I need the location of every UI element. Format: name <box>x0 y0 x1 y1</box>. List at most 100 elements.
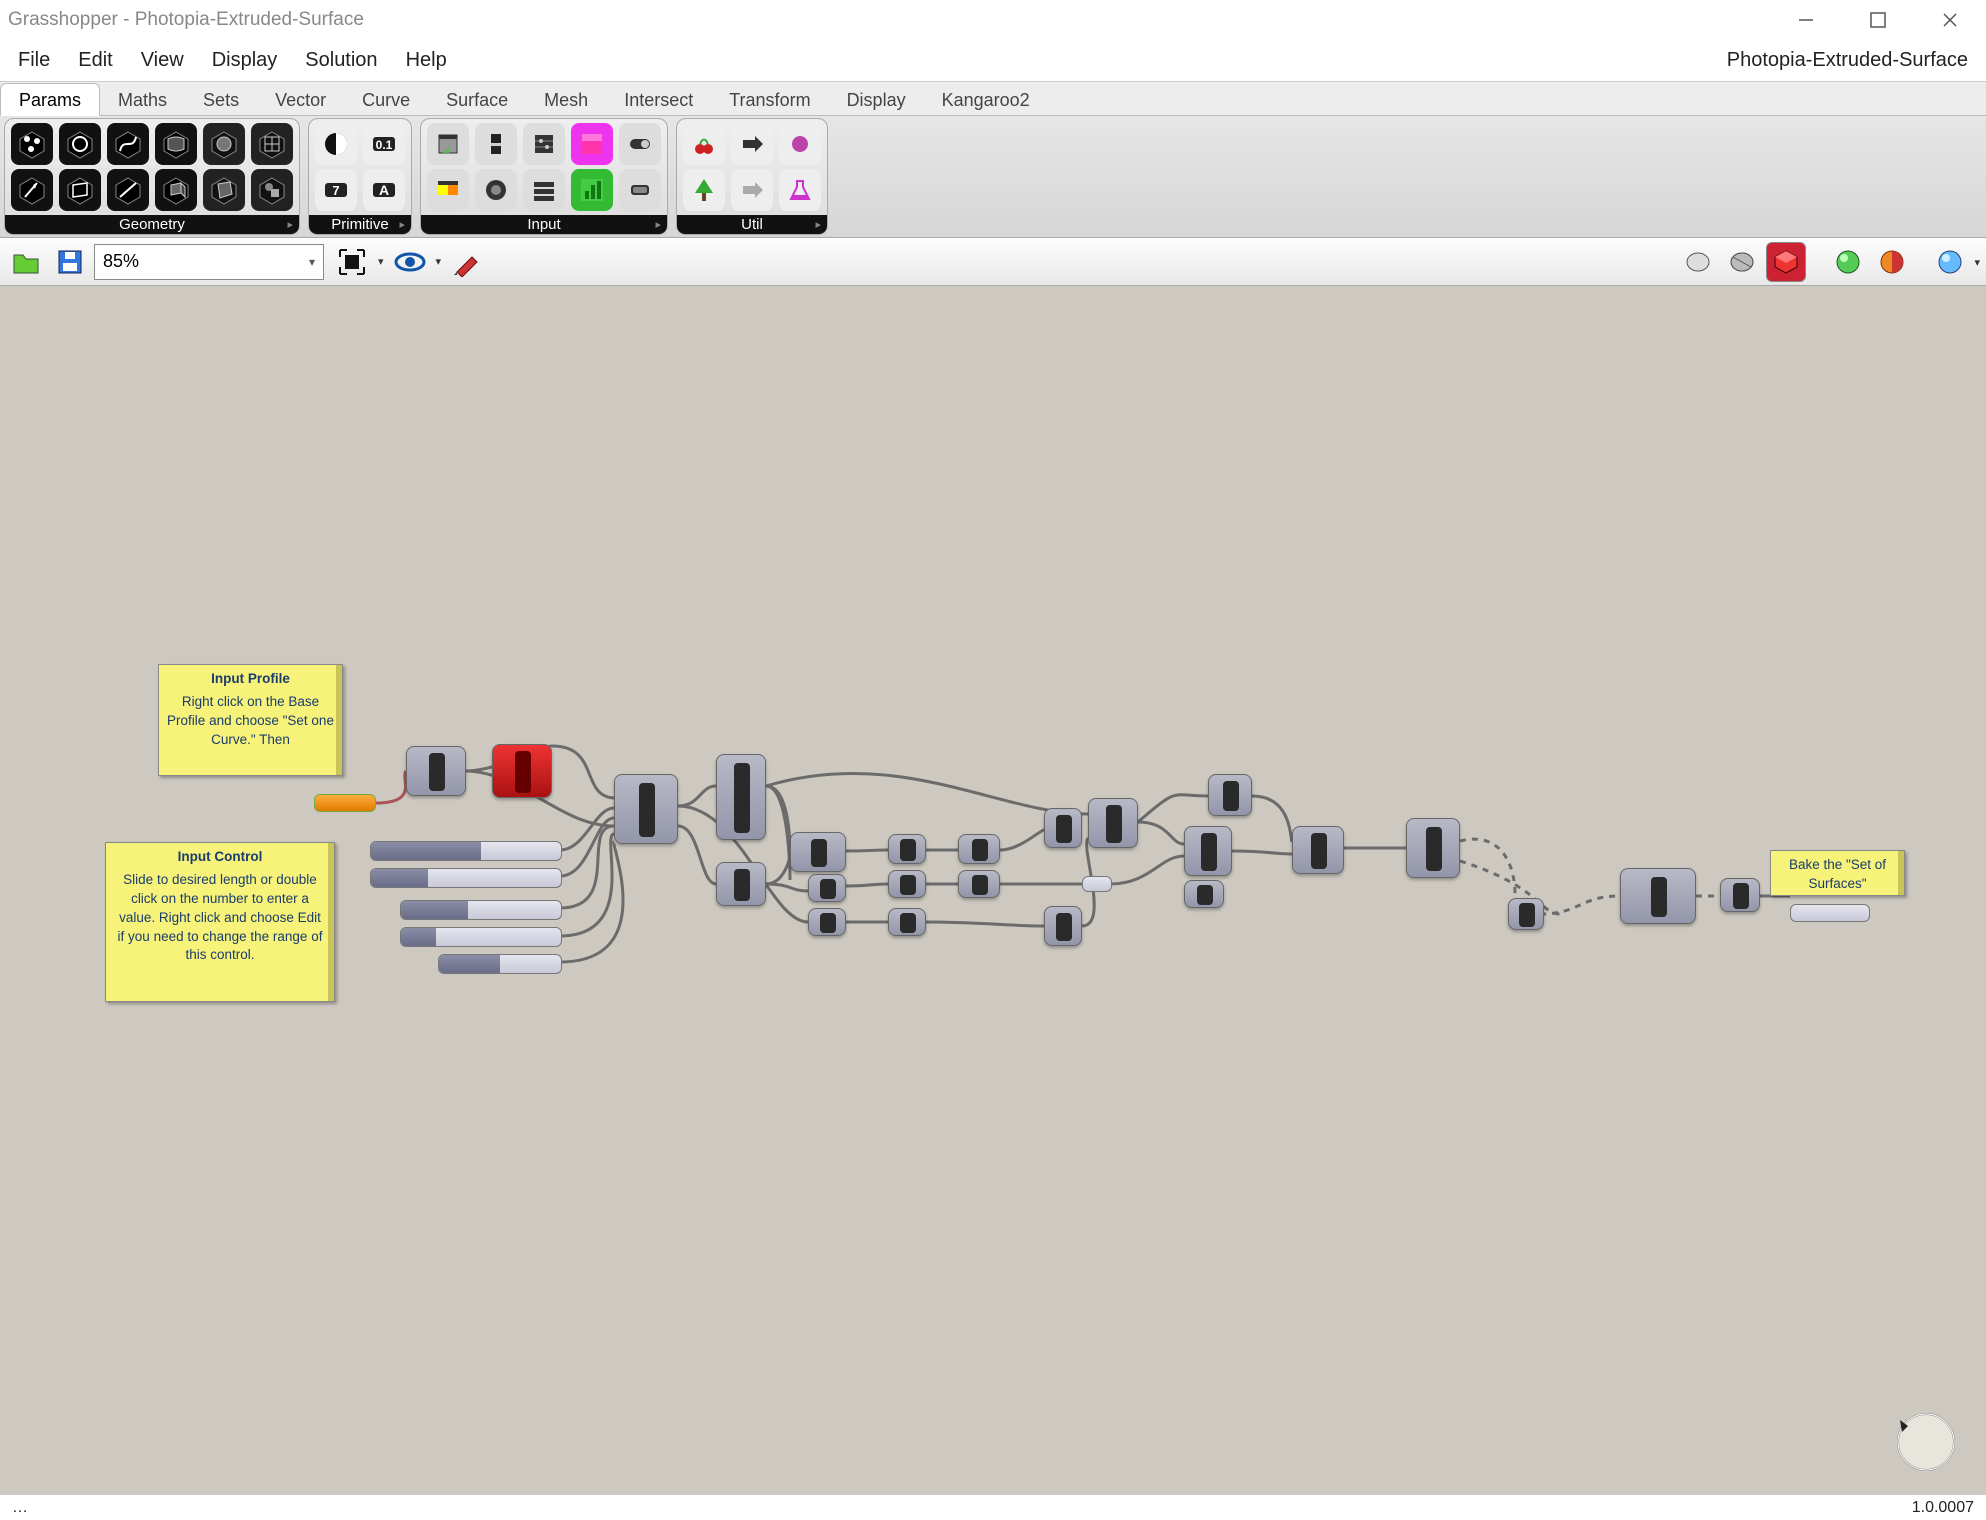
component-node[interactable] <box>1184 880 1224 908</box>
expand-icon[interactable]: ▸ <box>287 218 293 231</box>
preview-blue-button[interactable] <box>1930 242 1970 282</box>
save-file-button[interactable] <box>50 242 90 282</box>
component-node[interactable] <box>716 862 766 906</box>
slider-input-icon[interactable] <box>475 123 517 165</box>
tab-maths[interactable]: Maths <box>100 84 185 115</box>
note-scrollbar[interactable] <box>336 665 342 775</box>
display-wire-button[interactable] <box>1678 242 1718 282</box>
component-node[interactable] <box>808 874 846 902</box>
tab-sets[interactable]: Sets <box>185 84 257 115</box>
component-node[interactable] <box>808 908 846 936</box>
toggle-input-icon[interactable] <box>619 123 661 165</box>
tree-util-icon[interactable] <box>683 169 725 211</box>
note-input-control[interactable]: Input Control Slide to desired length or… <box>105 842 335 1002</box>
component-node[interactable] <box>888 908 926 936</box>
menu-solution[interactable]: Solution <box>295 43 395 78</box>
component-node[interactable] <box>1088 798 1138 848</box>
relay-node[interactable] <box>1082 876 1112 892</box>
tab-surface[interactable]: Surface <box>428 84 526 115</box>
menu-edit[interactable]: Edit <box>68 43 130 78</box>
md-slider-input-icon[interactable] <box>523 123 565 165</box>
component-node[interactable] <box>1184 826 1232 876</box>
number-slider[interactable] <box>438 954 562 974</box>
component-node[interactable] <box>1208 774 1252 816</box>
plane-param-icon[interactable] <box>59 169 101 211</box>
knob-input-icon[interactable] <box>475 169 517 211</box>
graph-mapper-input-icon[interactable] <box>571 169 613 211</box>
component-node[interactable] <box>888 870 926 898</box>
component-node[interactable] <box>958 870 1000 898</box>
flask-util-icon[interactable] <box>779 169 821 211</box>
number-slider[interactable] <box>370 868 562 888</box>
note-bake[interactable]: Bake the "Set of Surfaces" <box>1770 850 1905 896</box>
display-shaded-button[interactable] <box>1766 242 1806 282</box>
tab-display[interactable]: Display <box>829 84 924 115</box>
tab-kangaroo2[interactable]: Kangaroo2 <box>924 84 1048 115</box>
text-param-icon[interactable]: A <box>363 169 405 211</box>
component-node[interactable] <box>406 746 466 796</box>
tab-transform[interactable]: Transform <box>711 84 828 115</box>
mesh-param-icon[interactable] <box>251 123 293 165</box>
tab-params[interactable]: Params <box>0 83 100 116</box>
panel-input-icon[interactable] <box>427 123 469 165</box>
tab-intersect[interactable]: Intersect <box>606 84 711 115</box>
geometry-param-icon[interactable] <box>251 169 293 211</box>
brep-param-icon[interactable] <box>203 123 245 165</box>
canvas[interactable]: Input Profile Right click on the Base Pr… <box>0 286 1986 1494</box>
expand-icon[interactable]: ▸ <box>655 218 661 231</box>
component-node[interactable] <box>1508 898 1544 930</box>
sketch-toggle-button[interactable] <box>447 242 487 282</box>
component-node[interactable] <box>614 774 678 844</box>
chevron-down-icon[interactable]: ▾ <box>378 255 384 268</box>
component-node-error[interactable] <box>492 744 552 798</box>
twistedbox-param-icon[interactable] <box>203 169 245 211</box>
component-node[interactable] <box>1292 826 1344 874</box>
number-slider[interactable] <box>370 841 562 861</box>
number-slider[interactable] <box>400 927 562 947</box>
close-button[interactable] <box>1914 0 1986 40</box>
preview-green-button[interactable] <box>1828 242 1868 282</box>
line-param-icon[interactable] <box>107 169 149 211</box>
output-param[interactable] <box>1790 904 1870 922</box>
preview-toggle-button[interactable] <box>390 242 430 282</box>
dot-util-icon[interactable] <box>779 123 821 165</box>
chevron-down-icon[interactable]: ▾ <box>309 255 315 269</box>
curve-param[interactable] <box>314 794 376 812</box>
menu-view[interactable]: View <box>131 43 202 78</box>
component-node[interactable] <box>790 832 846 872</box>
open-file-button[interactable] <box>6 242 46 282</box>
tab-vector[interactable]: Vector <box>257 84 344 115</box>
component-node[interactable] <box>1044 906 1082 946</box>
zoom-level-input[interactable]: 85% ▾ <box>94 244 324 280</box>
button-input-icon[interactable] <box>619 169 661 211</box>
cherry-util-icon[interactable] <box>683 123 725 165</box>
tab-mesh[interactable]: Mesh <box>526 84 606 115</box>
gradient-input-icon[interactable] <box>427 169 469 211</box>
component-node[interactable] <box>958 834 1000 864</box>
boolean-param-icon[interactable] <box>315 123 357 165</box>
curve-param-icon[interactable] <box>107 123 149 165</box>
integer-param-icon[interactable]: 7 <box>315 169 357 211</box>
canvas-compass[interactable] <box>1886 1402 1966 1482</box>
menu-help[interactable]: Help <box>396 43 465 78</box>
expand-icon[interactable]: ▸ <box>399 218 405 231</box>
component-node[interactable] <box>1720 878 1760 912</box>
arrow-right2-util-icon[interactable] <box>731 169 773 211</box>
component-node[interactable] <box>1620 868 1696 924</box>
zoom-extents-button[interactable] <box>332 242 372 282</box>
tab-curve[interactable]: Curve <box>344 84 428 115</box>
chevron-down-icon[interactable]: ▾ <box>1974 256 1980 269</box>
colour-swatch-input-icon[interactable] <box>571 123 613 165</box>
component-node[interactable] <box>888 834 926 864</box>
menu-file[interactable]: File <box>8 43 68 78</box>
number-param-icon[interactable]: 0.1 <box>363 123 405 165</box>
surface-param-icon[interactable] <box>155 123 197 165</box>
chevron-down-icon[interactable]: ▾ <box>436 255 442 268</box>
valuelist-input-icon[interactable] <box>523 169 565 211</box>
number-slider[interactable] <box>400 900 562 920</box>
note-input-profile[interactable]: Input Profile Right click on the Base Pr… <box>158 664 343 776</box>
note-scrollbar[interactable] <box>328 843 334 1001</box>
minimize-button[interactable] <box>1770 0 1842 40</box>
vector-param-icon[interactable] <box>11 169 53 211</box>
component-node[interactable] <box>716 754 766 840</box>
